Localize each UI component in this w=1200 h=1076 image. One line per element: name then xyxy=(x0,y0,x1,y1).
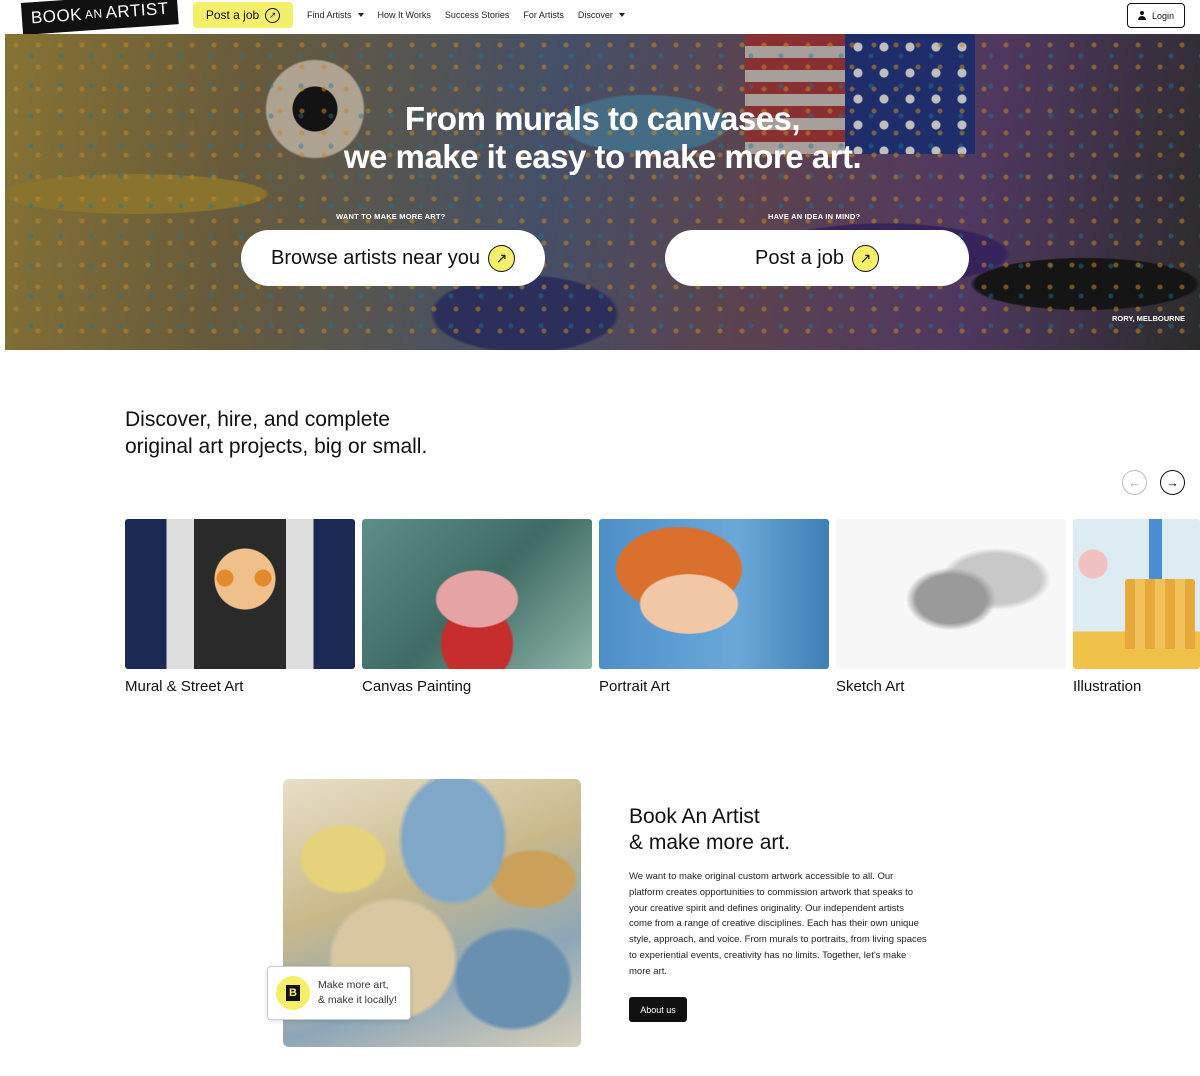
category-image xyxy=(125,519,355,669)
category-image xyxy=(362,519,592,669)
artist-credit: RORY, MELBOURNE xyxy=(1111,314,1185,323)
hero-post-job-label: Post a job xyxy=(755,246,844,269)
carousel-next-button[interactable]: → xyxy=(1160,470,1185,495)
make-locally-badge: B Make more art, & make it locally! xyxy=(267,966,411,1020)
discover-heading-line2: original art projects, big or small. xyxy=(125,435,428,458)
menu-item-for-artists[interactable]: For Artists xyxy=(523,10,564,20)
category-label: Sketch Art xyxy=(836,678,905,695)
category-label: Mural & Street Art xyxy=(125,678,244,695)
logo-word-artist: ARTIST xyxy=(104,0,170,23)
browse-artists-label: Browse artists near you xyxy=(271,246,480,269)
menu-item-how-it-works[interactable]: How It Works xyxy=(378,10,431,20)
menu-item-find-artists[interactable]: Find Artists xyxy=(307,10,364,20)
menu-item-label: For Artists xyxy=(523,10,564,20)
hero-banner: From murals to canvases, we make it easy… xyxy=(5,34,1200,350)
nav-post-job-label: Post a job xyxy=(205,8,260,22)
badge-text: Make more art, & make it locally! xyxy=(318,978,397,1008)
post-idea-label: HAVE AN IDEA IN MIND? xyxy=(768,212,861,221)
carousel-prev-button[interactable]: ← xyxy=(1122,470,1147,495)
category-label: Portrait Art xyxy=(599,678,670,695)
about-description: We want to make original custom artwork … xyxy=(629,871,927,977)
arrow-left-icon: ← xyxy=(1128,475,1141,490)
menu-item-label: How It Works xyxy=(377,10,431,20)
hero-title-line1: From murals to canvases, xyxy=(404,100,801,137)
hero-title-line2: we make it easy to make more art. xyxy=(343,138,862,175)
category-card-sketch[interactable]: Sketch Art xyxy=(836,519,1066,695)
login-label: Login xyxy=(1151,10,1175,21)
menu-item-label: Discover xyxy=(577,10,613,20)
category-image xyxy=(836,519,1066,669)
chevron-down-icon xyxy=(357,13,364,17)
browse-label: WANT TO MAKE MORE ART? xyxy=(336,212,446,221)
logo-word-book: BOOK xyxy=(30,4,83,28)
logo-word-an: AN xyxy=(84,6,104,22)
category-card-illustration[interactable]: Illustration xyxy=(1073,519,1200,695)
top-nav: BOOK AN ARTIST Post a job ↗ Find Artists… xyxy=(0,0,1200,35)
badge-logo-mark: B xyxy=(286,985,300,1001)
about-heading-line2: & make more art. xyxy=(629,831,791,854)
menu-item-label: Find Artists xyxy=(307,10,352,20)
arrow-up-right-icon: ↗ xyxy=(265,7,281,23)
category-image xyxy=(599,519,829,669)
discover-heading-line1: Discover, hire, and complete xyxy=(125,408,390,431)
discover-heading: Discover, hire, and complete original ar… xyxy=(125,406,427,460)
menu-item-discover[interactable]: Discover xyxy=(578,10,625,20)
menu-item-success-stories[interactable]: Success Stories xyxy=(445,10,510,20)
hero-post-job-button[interactable]: Post a job ↗ xyxy=(665,230,969,286)
badge-logo-icon: B xyxy=(276,976,310,1010)
nav-post-job-button[interactable]: Post a job ↗ xyxy=(193,2,293,28)
about-heading: Book An Artist & make more art. xyxy=(629,804,790,856)
arrow-up-right-icon: ↗ xyxy=(851,244,879,272)
browse-artists-button[interactable]: Browse artists near you ↗ xyxy=(241,230,545,286)
arrow-right-icon: → xyxy=(1166,475,1179,490)
category-image xyxy=(1073,519,1200,669)
main-menu: Find Artists How It Works Success Storie… xyxy=(307,10,625,20)
user-icon xyxy=(1137,11,1146,20)
menu-item-label: Success Stories xyxy=(444,10,510,20)
hero-title: From murals to canvases, we make it easy… xyxy=(5,100,1200,176)
about-us-button[interactable]: About us xyxy=(629,997,687,1022)
brand-logo[interactable]: BOOK AN ARTIST xyxy=(20,0,179,35)
about-heading-line1: Book An Artist xyxy=(629,805,760,828)
category-card-portrait[interactable]: Portrait Art xyxy=(599,519,829,695)
category-label: Canvas Painting xyxy=(362,678,472,695)
hero-overlay xyxy=(5,34,1200,350)
chevron-down-icon xyxy=(618,13,625,17)
category-card-canvas[interactable]: Canvas Painting xyxy=(362,519,592,695)
login-button[interactable]: Login xyxy=(1127,3,1185,28)
category-label: Illustration xyxy=(1073,678,1142,695)
badge-line2: & make it locally! xyxy=(318,994,397,1006)
arrow-up-right-icon: ↗ xyxy=(487,244,515,272)
badge-line1: Make more art, xyxy=(318,979,389,991)
category-card-mural[interactable]: Mural & Street Art xyxy=(125,519,355,695)
